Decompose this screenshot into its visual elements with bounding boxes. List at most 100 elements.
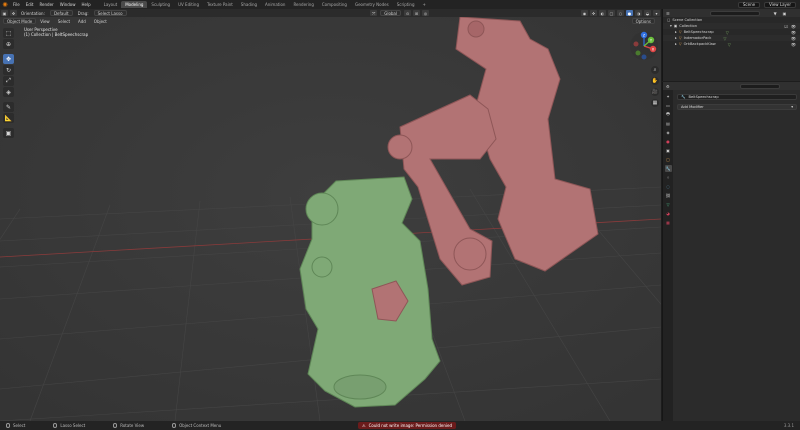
add-cube-tool-icon[interactable]: ▣: [3, 128, 14, 138]
xray-toggle-icon[interactable]: ▢: [608, 10, 615, 16]
workspace-tab-geometry-nodes[interactable]: Geometry Nodes: [351, 1, 393, 8]
rotate-tool-icon[interactable]: ↻: [3, 65, 14, 75]
object-name-field[interactable]: 🔧 BeltSpeechscrap: [677, 94, 797, 100]
scene-collection-label: Scene Collection: [672, 18, 703, 22]
gizmo-neg-y[interactable]: [635, 50, 641, 56]
outliner-search-input[interactable]: [709, 10, 760, 16]
blender-logo-icon[interactable]: ◉: [0, 0, 10, 9]
expand-item-icon[interactable]: ▸: [675, 36, 677, 40]
mouse-middle-icon: [113, 423, 118, 428]
3d-viewport[interactable]: [0, 9, 661, 421]
particles-tab-icon[interactable]: ⁘: [665, 174, 672, 181]
perspective-toggle-icon[interactable]: ▦: [651, 99, 659, 107]
proportional-edit-icon[interactable]: ◎: [422, 10, 429, 16]
error-report-badge[interactable]: ⚠ Could not write image: Permission denie…: [358, 422, 457, 429]
interaction-mode-dropdown[interactable]: Object Mode: [3, 18, 37, 24]
shading-solid-icon[interactable]: ●: [626, 10, 633, 16]
workspace-tab-compositing[interactable]: Compositing: [318, 1, 351, 8]
scale-tool-icon[interactable]: ⤢: [3, 76, 14, 86]
camera-view-icon[interactable]: 🎥: [651, 88, 659, 96]
shading-wireframe-icon[interactable]: ○: [617, 10, 624, 16]
drag-dropdown[interactable]: Select Lasso: [93, 10, 127, 16]
gizmo-toggle-icon[interactable]: ✜: [590, 10, 597, 16]
constraints-tab-icon[interactable]: ⛓: [665, 192, 672, 199]
collection-tab-icon[interactable]: ▣: [665, 147, 672, 154]
status-hint-label: Select: [13, 423, 26, 428]
workspace-tab-shading[interactable]: Shading: [237, 1, 261, 8]
tool-tab-icon[interactable]: ✦: [665, 93, 672, 100]
gizmo-neg-x[interactable]: [633, 41, 639, 47]
workspace-tab-animation[interactable]: Animation: [261, 1, 289, 8]
measure-tool-icon[interactable]: 📐: [3, 113, 14, 123]
texture-tab-icon[interactable]: ▦: [665, 219, 672, 226]
outliner-editor-icon[interactable]: ☰: [666, 11, 670, 16]
options-dropdown[interactable]: Options: [631, 18, 655, 24]
shading-options-icon[interactable]: ▾: [653, 10, 660, 16]
item-visibility-icon[interactable]: 👁: [791, 36, 796, 41]
menu-window[interactable]: Window: [57, 2, 79, 7]
cursor-tool-icon[interactable]: ⊕: [3, 39, 14, 49]
expand-item-icon[interactable]: ▸: [675, 30, 677, 34]
workspace-tab-uv-editing[interactable]: UV Editing: [174, 1, 203, 8]
collection-visibility-icon[interactable]: 👁: [791, 24, 796, 29]
snap-icon[interactable]: ⊞: [413, 10, 420, 16]
collection-exclude-checkbox[interactable]: ☑: [784, 24, 788, 29]
world-tab-icon[interactable]: ●: [665, 138, 672, 145]
new-collection-icon[interactable]: ▣: [783, 11, 787, 16]
item-visibility-icon[interactable]: 👁: [791, 42, 796, 47]
view-layer-tab-icon[interactable]: ▤: [665, 120, 672, 127]
move-tool-icon[interactable]: ✥: [3, 54, 14, 64]
menu-edit[interactable]: Edit: [23, 2, 37, 7]
viewport-menu-view[interactable]: View: [36, 19, 54, 24]
viewport-menu-object[interactable]: Object: [90, 19, 111, 24]
annotate-tool-icon[interactable]: ✎: [3, 102, 14, 112]
filter-icon[interactable]: ▼: [774, 11, 777, 16]
outliner-item[interactable]: ▸ ▽ OrkBackpackKlaw ▽ 👁: [663, 41, 800, 47]
physics-tab-icon[interactable]: ◌: [665, 183, 672, 190]
object-tab-icon[interactable]: ▢: [665, 156, 672, 163]
transform-tool-icon[interactable]: ✥: [10, 10, 17, 16]
shading-rendered-icon[interactable]: ◒: [644, 10, 651, 16]
workspace-tab-texture-paint[interactable]: Texture Paint: [203, 1, 237, 8]
expand-collection-icon[interactable]: ▾: [670, 24, 672, 28]
add-workspace-button[interactable]: +: [419, 1, 430, 8]
transform-orientation-icon[interactable]: ⤧: [370, 10, 378, 16]
editor-type-icon[interactable]: ▣: [1, 10, 8, 16]
workspace-tab-scripting[interactable]: Scripting: [393, 1, 419, 8]
output-tab-icon[interactable]: 🖶: [665, 111, 672, 118]
modifier-tab-icon[interactable]: 🔧: [664, 165, 672, 172]
view-layer-selector[interactable]: View Layer: [764, 1, 796, 8]
menu-file[interactable]: File: [10, 2, 23, 7]
zoom-icon[interactable]: ⌕: [651, 66, 659, 74]
viewport-menu-select[interactable]: Select: [54, 19, 74, 24]
properties-editor-icon[interactable]: ⚙: [666, 84, 670, 89]
scene-selector[interactable]: Scene: [737, 1, 761, 8]
render-tab-icon[interactable]: ▭: [665, 102, 672, 109]
transform-orientation-dropdown[interactable]: Global: [380, 10, 401, 16]
shading-material-icon[interactable]: ◑: [635, 10, 642, 16]
navigation-gizmo[interactable]: Z X Y: [629, 31, 659, 61]
menu-render[interactable]: Render: [36, 2, 56, 7]
workspace-tab-layout[interactable]: Layout: [100, 1, 122, 8]
transform-tool-icon[interactable]: ◈: [3, 87, 14, 97]
workspace-tab-modeling[interactable]: Modeling: [121, 1, 148, 8]
viewport-scene[interactable]: [0, 9, 661, 421]
item-visibility-icon[interactable]: 👁: [791, 30, 796, 35]
expand-item-icon[interactable]: ▸: [675, 42, 677, 46]
orientation-dropdown[interactable]: Default: [49, 10, 73, 16]
material-tab-icon[interactable]: ◕: [665, 210, 672, 217]
menu-help[interactable]: Help: [78, 2, 93, 7]
viewport-menu-add[interactable]: Add: [74, 19, 90, 24]
pivot-icon[interactable]: ⊙: [404, 10, 411, 16]
gizmo-neg-z[interactable]: [641, 54, 647, 60]
workspace-tab-rendering[interactable]: Rendering: [289, 1, 317, 8]
scene-tab-icon[interactable]: ◈: [665, 129, 672, 136]
workspace-tab-sculpting[interactable]: Sculpting: [147, 1, 174, 8]
add-modifier-button[interactable]: Add Modifier ▾: [677, 104, 797, 110]
select-box-tool-icon[interactable]: ⬚: [3, 28, 14, 38]
overlay-toggle-icon[interactable]: ◐: [599, 10, 606, 16]
pan-hand-icon[interactable]: ✋: [651, 77, 659, 85]
properties-search-input[interactable]: [739, 83, 780, 89]
data-tab-icon[interactable]: ▽: [665, 201, 672, 208]
visibility-icon[interactable]: ◉: [581, 10, 588, 16]
